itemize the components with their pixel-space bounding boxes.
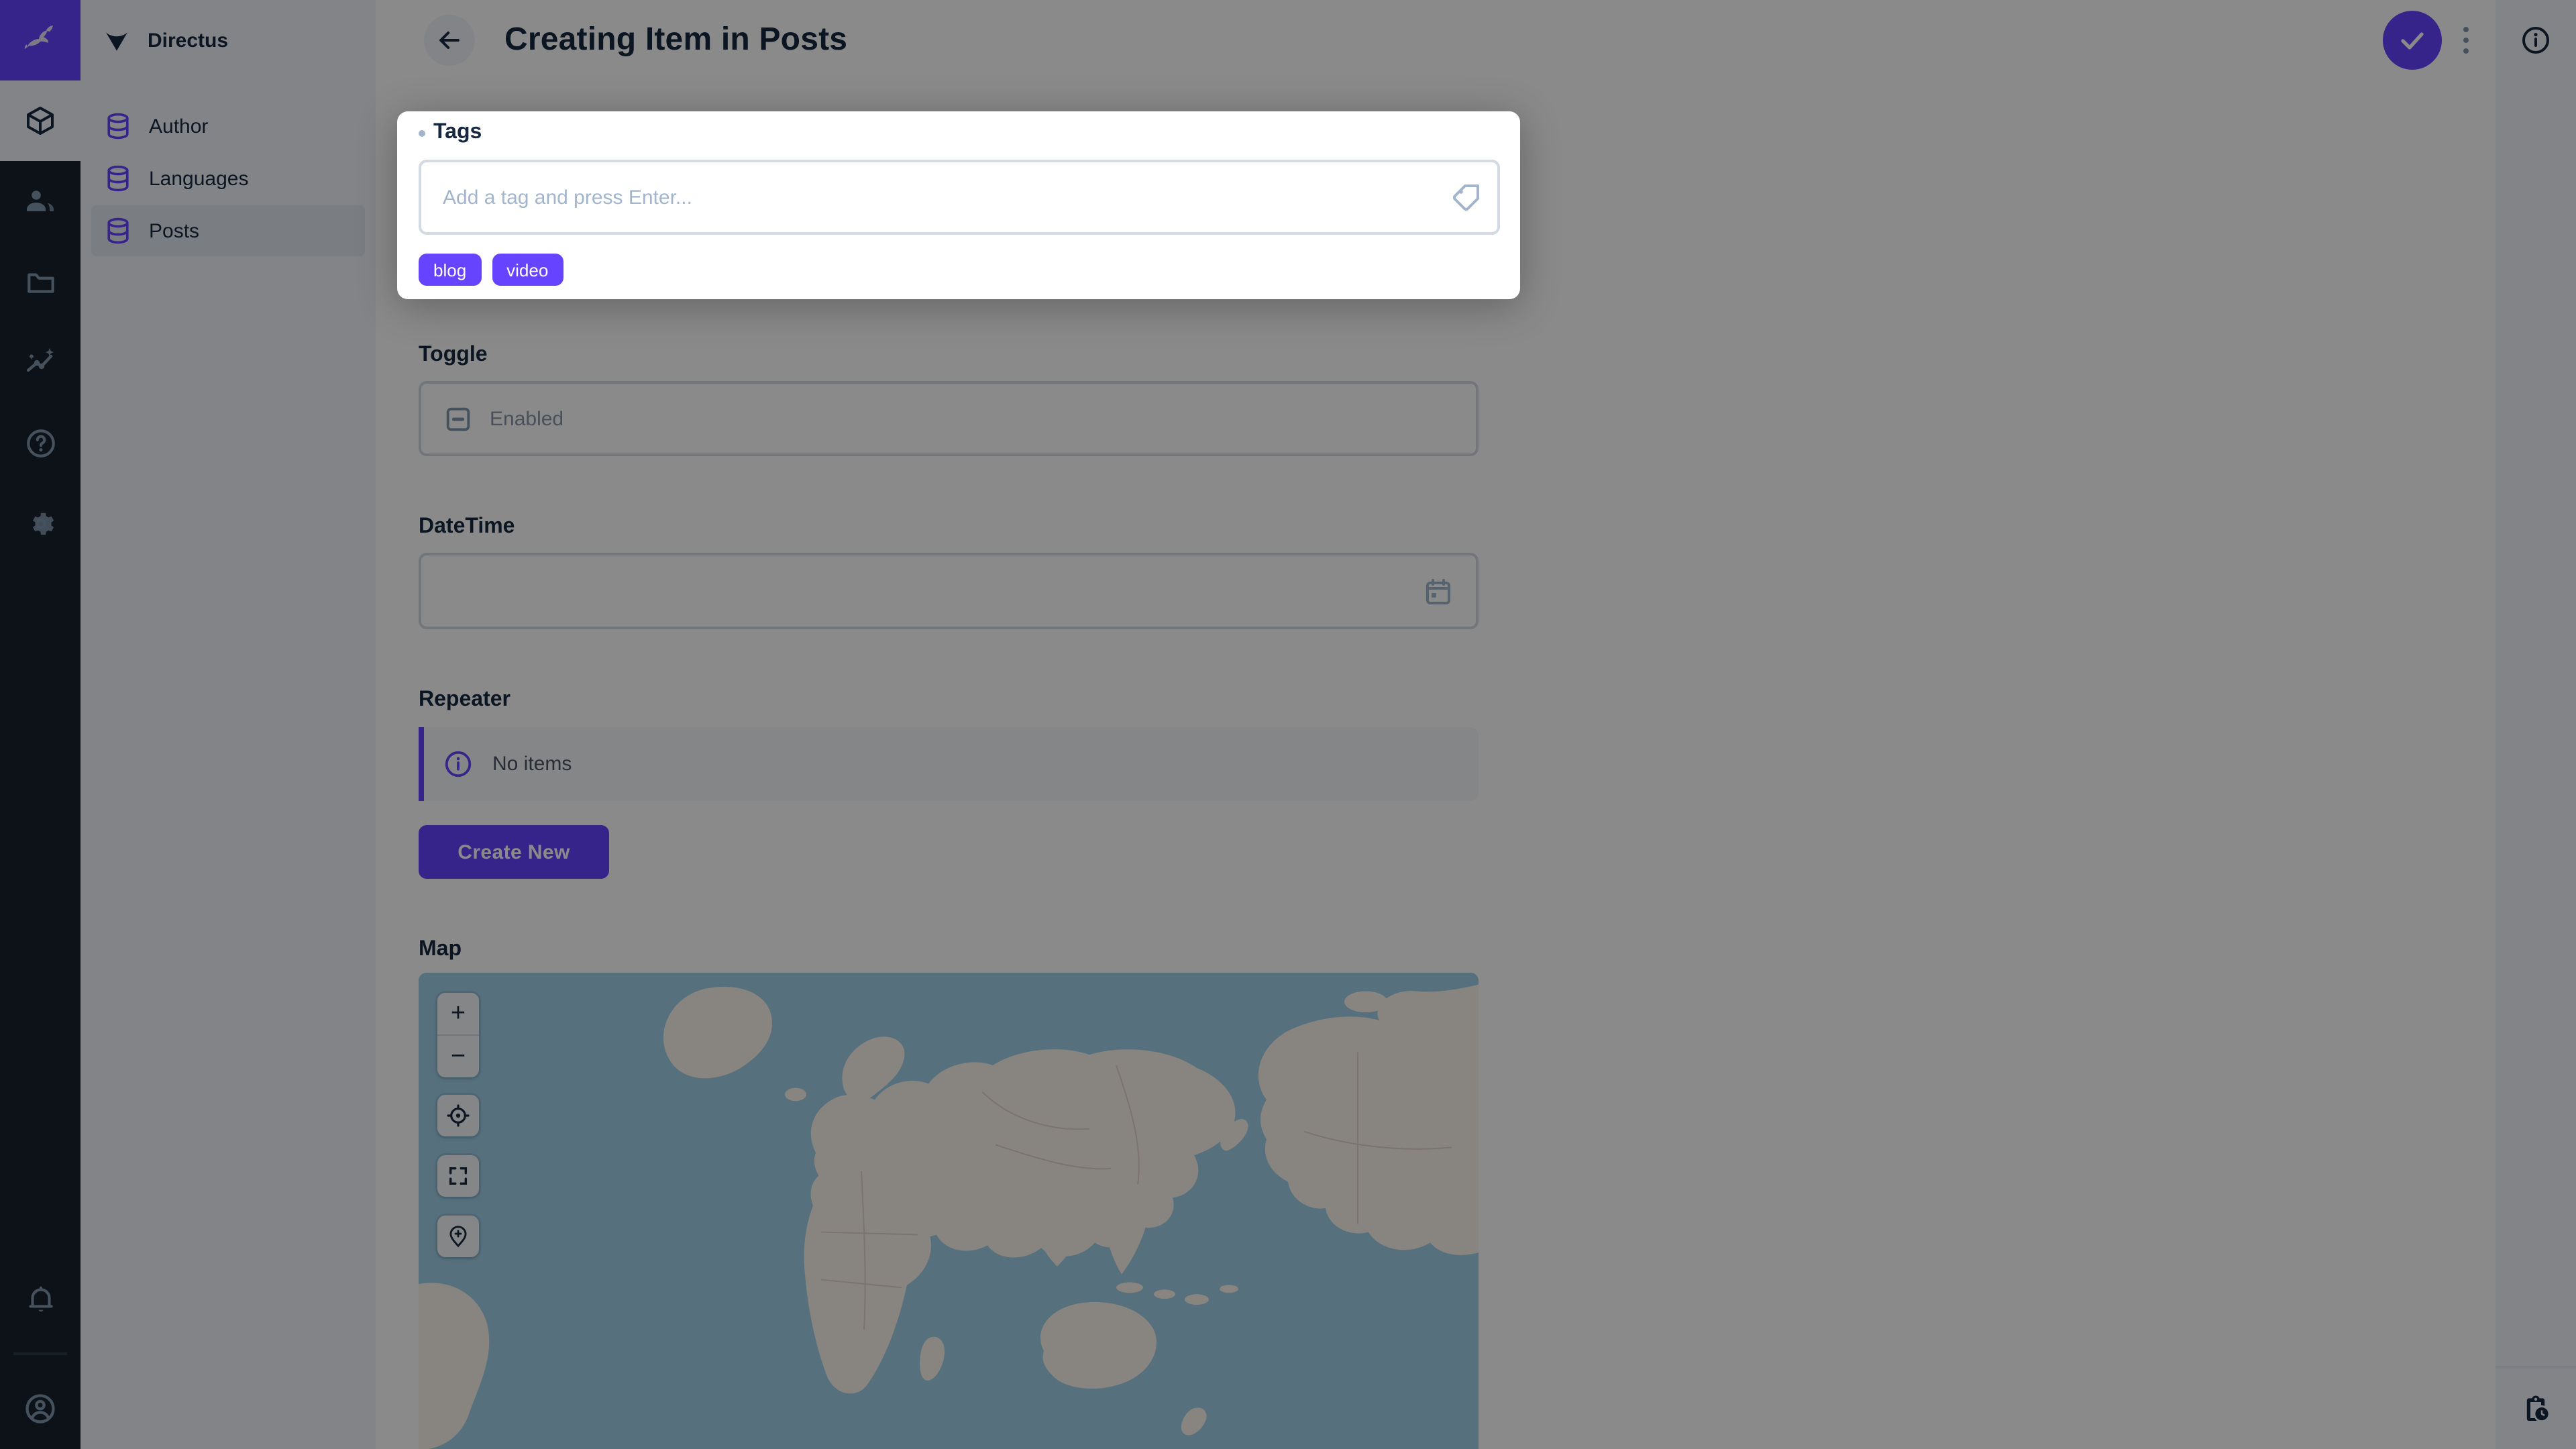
field-label: Tags <box>433 121 482 145</box>
tags-field-spotlight: Tags blog video <box>397 111 1520 299</box>
tag-chip[interactable]: blog <box>419 254 481 286</box>
required-dot <box>419 129 425 136</box>
tag-chip[interactable]: video <box>492 254 563 286</box>
tag-icon <box>1450 181 1483 213</box>
tags-input-wrap <box>419 160 1500 235</box>
app-window: Directus Author Languages <box>0 0 2576 1449</box>
tags-label-row: Tags <box>419 121 482 145</box>
tags-input[interactable] <box>419 160 1500 235</box>
tag-chips: blog video <box>419 254 563 286</box>
